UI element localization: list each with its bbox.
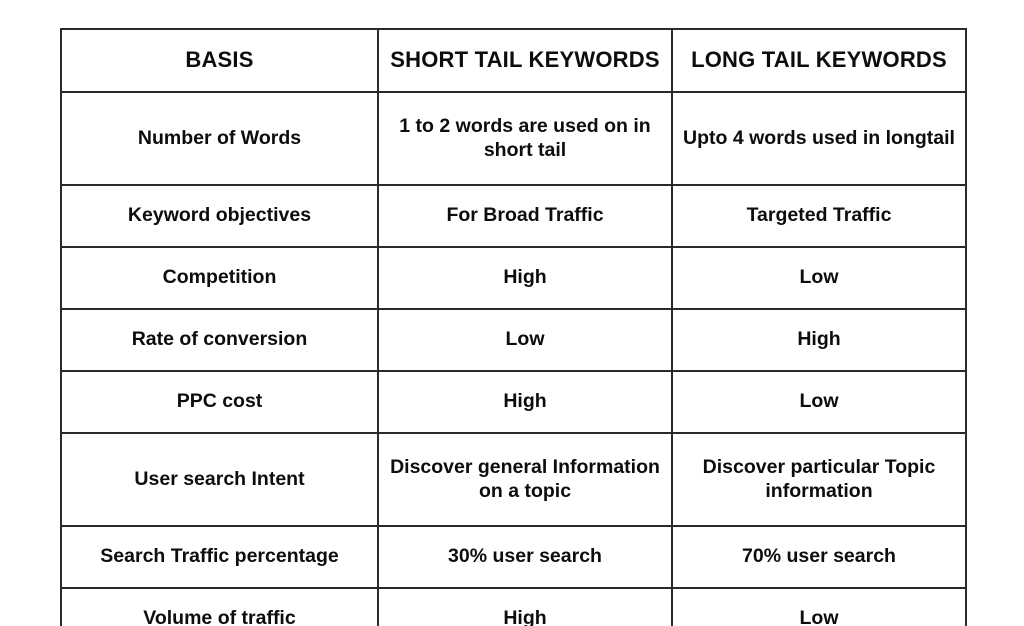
cell-short-tail: 1 to 2 words are used on in short tail bbox=[377, 91, 673, 186]
cell-short-tail: High bbox=[377, 370, 673, 434]
cell-long-tail: Low bbox=[671, 246, 967, 310]
cell-short-tail: High bbox=[377, 246, 673, 310]
table-body: Number of Words 1 to 2 words are used on… bbox=[60, 91, 967, 626]
cell-short-tail: 30% user search bbox=[377, 525, 673, 589]
table-row: PPC cost High Low bbox=[60, 370, 967, 434]
cell-basis: Search Traffic percentage bbox=[60, 525, 379, 589]
table-header: BASIS SHORT TAIL KEYWORDS LONG TAIL KEYW… bbox=[60, 28, 967, 93]
column-header-long-tail-keywords: LONG TAIL KEYWORDS bbox=[671, 28, 967, 93]
cell-long-tail: High bbox=[671, 308, 967, 372]
cell-short-tail: High bbox=[377, 587, 673, 626]
table-row: Competition High Low bbox=[60, 246, 967, 310]
cell-short-tail: Low bbox=[377, 308, 673, 372]
table-row: Keyword objectives For Broad Traffic Tar… bbox=[60, 184, 967, 248]
cell-basis: Volume of traffic bbox=[60, 587, 379, 626]
cell-basis: Competition bbox=[60, 246, 379, 310]
cell-long-tail: Low bbox=[671, 370, 967, 434]
cell-basis: User search Intent bbox=[60, 432, 379, 527]
page-canvas: BASIS SHORT TAIL KEYWORDS LONG TAIL KEYW… bbox=[0, 0, 1024, 626]
cell-short-tail: For Broad Traffic bbox=[377, 184, 673, 248]
cell-basis: Number of Words bbox=[60, 91, 379, 186]
cell-long-tail: Upto 4 words used in longtail bbox=[671, 91, 967, 186]
cell-long-tail: Low bbox=[671, 587, 967, 626]
cell-long-tail: Discover particular Topic information bbox=[671, 432, 967, 527]
column-header-short-tail-keywords: SHORT TAIL KEYWORDS bbox=[377, 28, 673, 93]
cell-basis: Rate of conversion bbox=[60, 308, 379, 372]
table-row: Number of Words 1 to 2 words are used on… bbox=[60, 91, 967, 186]
table-row: Volume of traffic High Low bbox=[60, 587, 967, 626]
table-header-row: BASIS SHORT TAIL KEYWORDS LONG TAIL KEYW… bbox=[60, 28, 967, 93]
keyword-comparison-table: BASIS SHORT TAIL KEYWORDS LONG TAIL KEYW… bbox=[60, 28, 967, 626]
cell-short-tail: Discover general Information on a topic bbox=[377, 432, 673, 527]
cell-long-tail: Targeted Traffic bbox=[671, 184, 967, 248]
table-row: Rate of conversion Low High bbox=[60, 308, 967, 372]
table-row: Search Traffic percentage 30% user searc… bbox=[60, 525, 967, 589]
cell-basis: PPC cost bbox=[60, 370, 379, 434]
table-row: User search Intent Discover general Info… bbox=[60, 432, 967, 527]
cell-basis: Keyword objectives bbox=[60, 184, 379, 248]
cell-long-tail: 70% user search bbox=[671, 525, 967, 589]
column-header-basis: BASIS bbox=[60, 28, 379, 93]
